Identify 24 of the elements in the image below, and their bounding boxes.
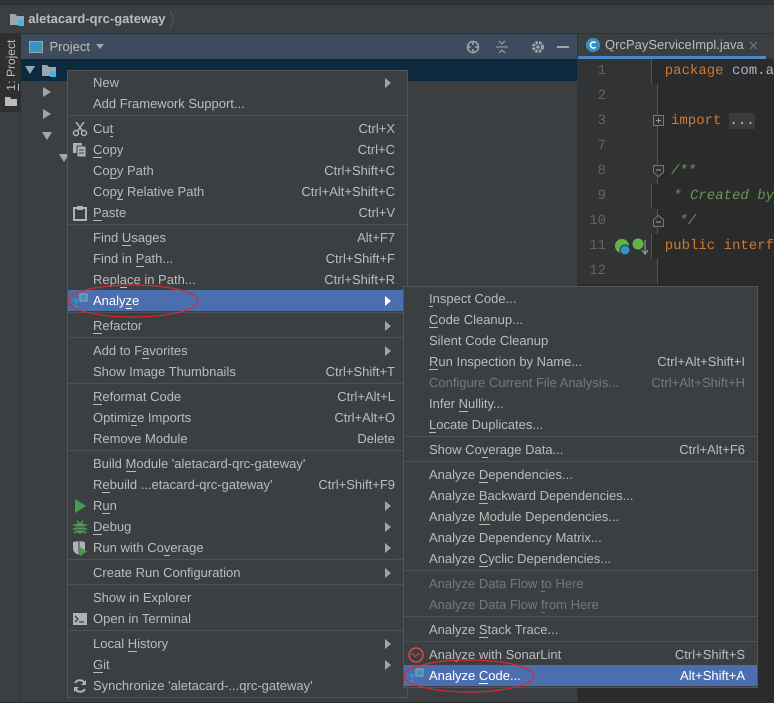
code-line: public interf xyxy=(664,237,774,256)
shortcut-text: Ctrl+Shift+T xyxy=(324,362,395,381)
shortcut-text: Alt+F7 xyxy=(356,228,395,247)
shortcut-text: Ctrl+Shift+F9 xyxy=(317,476,395,494)
shortcut-text: Ctrl+X xyxy=(358,120,395,138)
code-line: * Created by xyxy=(672,187,774,206)
shortcut-text: Ctrl+Alt+Shift+C xyxy=(300,182,395,201)
shortcut-text: Ctrl+Shift+F xyxy=(324,250,395,268)
shortcut-text: Ctrl+Alt+L xyxy=(336,388,395,406)
code-line: package com.a xyxy=(664,62,774,81)
shortcut-text: Ctrl+Alt+F6 xyxy=(678,440,745,459)
code-line: import ... xyxy=(671,112,755,131)
shortcut-text: Ctrl+Shift+S xyxy=(674,646,745,664)
shortcut-text: Ctrl+C xyxy=(356,140,395,159)
shortcut-text: Ctrl+V xyxy=(358,204,395,222)
code-line: */ xyxy=(678,212,696,231)
shortcut-text: Ctrl+Alt+O xyxy=(333,408,395,427)
shortcut-text: Ctrl+Shift+R xyxy=(323,270,395,289)
shortcut-text: Ctrl+Alt+Shift+I xyxy=(656,352,745,371)
shortcut-text: Ctrl+Shift+C xyxy=(323,162,395,180)
shortcut-text: Alt+Shift+A xyxy=(678,666,745,685)
shortcut-text: Delete xyxy=(356,430,395,448)
shortcut-text: Ctrl+Alt+Shift+H xyxy=(650,374,745,392)
code-line: /** xyxy=(671,162,696,181)
